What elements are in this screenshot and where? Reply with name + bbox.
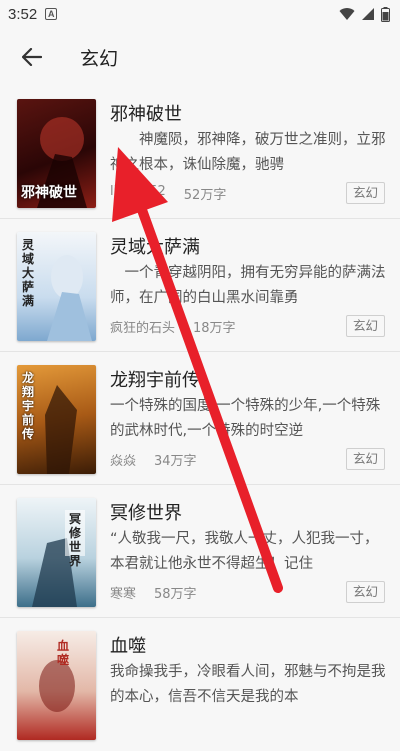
- book-word-count: 18万字: [193, 321, 236, 336]
- book-item[interactable]: 血噬 血噬 我命操我手，冷眼看人间，邪魅与不拘是我的本心，信吾不信天是我的本: [0, 618, 400, 751]
- book-description: “人敬我一尺，我敬人一丈，人犯我一寸，本君就让他永世不得超生！记住: [110, 531, 379, 572]
- back-button[interactable]: [16, 41, 48, 73]
- book-item[interactable]: 邪神破世 邪神破世 神魔陨，邪神降，破万世之准则，立邪神之根本，诛仙除魔，驰骋 …: [0, 86, 400, 219]
- app-bar: 玄幻: [0, 28, 400, 86]
- book-meta: 疯狂的石头 18万字: [110, 317, 236, 336]
- notification-icon: A: [45, 8, 58, 20]
- book-meta: 寒寒 58万字: [110, 583, 197, 602]
- book-cover: 龙翔宇前传: [17, 365, 96, 474]
- book-title: 冥修世界: [110, 503, 182, 524]
- book-word-count: 58万字: [154, 587, 197, 602]
- status-time: 3:52: [8, 5, 38, 23]
- book-title: 灵域大萨满: [110, 237, 200, 258]
- book-title: 龙翔宇前传: [110, 370, 200, 391]
- book-meta: 焱焱 34万字: [110, 450, 197, 469]
- book-meta: lijin4752 52万字: [110, 184, 226, 203]
- status-left: 3:52 A: [8, 5, 58, 23]
- book-author: 寒寒: [110, 587, 137, 602]
- cover-title: 龙翔宇前传: [22, 371, 35, 441]
- cover-title: 邪神破世: [21, 185, 77, 201]
- cover-title: 冥修世界: [69, 512, 82, 568]
- cover-title: 灵域大萨满: [22, 238, 35, 308]
- book-item[interactable]: 龙翔宇前传 龙翔宇前传 一个特殊的国度,一个特殊的少年,一个特殊的武林时代,一个…: [0, 352, 400, 485]
- book-word-count: 34万字: [154, 454, 197, 469]
- book-description: 我命操我手，冷眼看人间，邪魅与不拘是我的本心，信吾不信天是我的本: [110, 664, 386, 705]
- book-cover: 血噬: [17, 631, 96, 740]
- book-item[interactable]: 灵域大萨满 灵域大萨满 一个青穿越阴阳，拥有无穷异能的萨满法师，在广阔的白山黑水…: [0, 219, 400, 352]
- genre-tag: 玄幻: [345, 315, 385, 337]
- cover-art: [32, 510, 85, 607]
- genre-tag: 玄幻: [345, 581, 385, 603]
- page-title: 玄幻: [80, 47, 119, 70]
- book-list: 邪神破世 邪神破世 神魔陨，邪神降，破万世之准则，立邪神之根本，诛仙除魔，驰骋 …: [0, 86, 400, 751]
- book-cover: 冥修世界: [17, 498, 96, 607]
- status-bar: 3:52 A: [0, 0, 400, 28]
- book-title: 邪神破世: [110, 104, 182, 125]
- book-author: 疯狂的石头: [110, 321, 176, 336]
- book-author: 焱焱: [110, 454, 137, 469]
- book-author: lijin4752: [110, 184, 166, 199]
- book-description: 神魔陨，邪神降，破万世之准则，立邪神之根本，诛仙除魔，驰骋: [110, 132, 386, 173]
- battery-icon: [381, 6, 390, 22]
- wifi-icon: [339, 8, 355, 20]
- book-cover: 邪神破世: [17, 99, 96, 208]
- genre-tag: 玄幻: [345, 448, 385, 470]
- book-title: 血噬: [110, 636, 146, 657]
- genre-tag: 玄幻: [345, 182, 385, 204]
- book-description: 一个特殊的国度,一个特殊的少年,一个特殊的武林时代,一个特殊的时空逆: [110, 398, 381, 439]
- book-item[interactable]: 冥修世界 冥修世界 “人敬我一尺，我敬人一丈，人犯我一寸，本君就让他永世不得超生…: [0, 485, 400, 618]
- back-arrow-icon: [22, 48, 42, 66]
- signal-icon: [362, 8, 374, 20]
- cover-title: 血噬: [57, 639, 70, 667]
- book-cover: 灵域大萨满: [17, 232, 96, 341]
- status-right: [339, 6, 390, 22]
- book-word-count: 52万字: [183, 188, 227, 203]
- book-description: 一个青穿越阴阳，拥有无穷异能的萨满法师，在广阔的白山黑水间靠勇: [110, 265, 386, 306]
